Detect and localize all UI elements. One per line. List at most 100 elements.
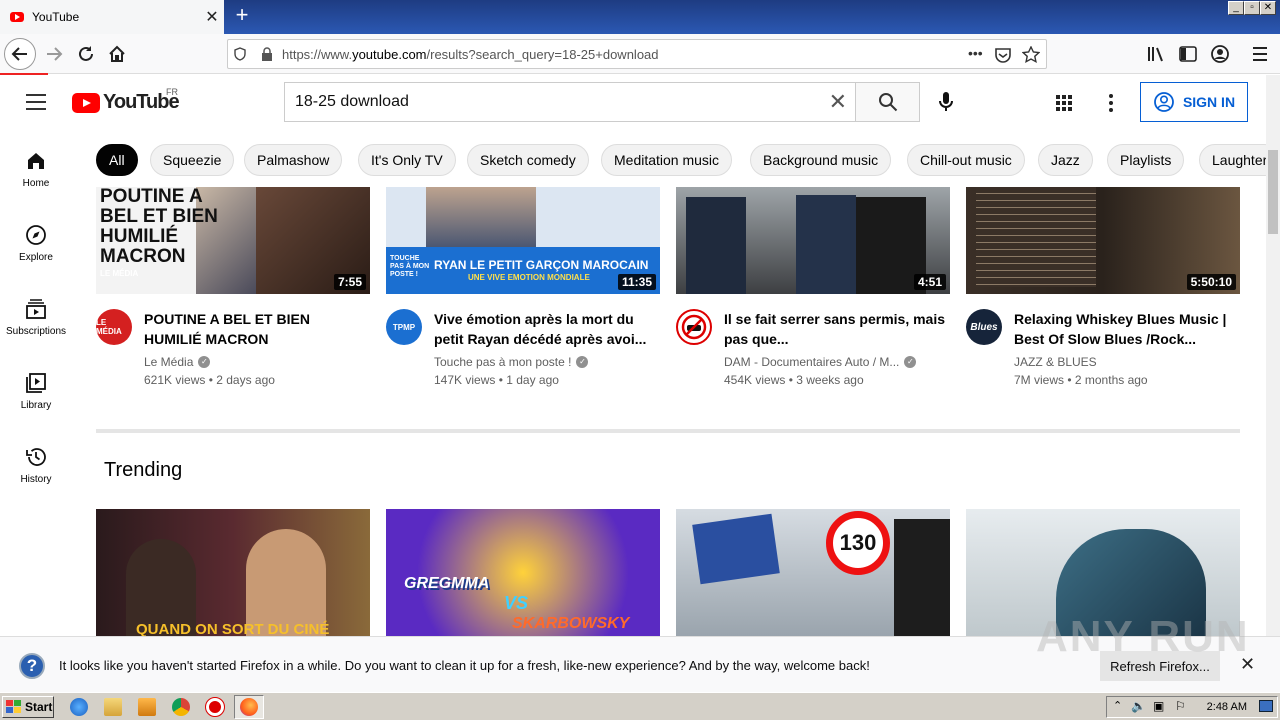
channel-avatar[interactable] — [676, 309, 712, 345]
back-button[interactable] — [4, 38, 36, 70]
chip-its-only-tv[interactable]: It's Only TV — [358, 144, 456, 176]
chip-jazz[interactable]: Jazz — [1038, 144, 1093, 176]
flag-icon[interactable]: ⚐ — [1175, 699, 1186, 713]
youtube-play-icon — [72, 92, 100, 113]
url-bar[interactable]: https://www. youtube.com/results?search_q… — [227, 39, 1047, 69]
chip-sketch-comedy[interactable]: Sketch comedy — [467, 144, 589, 176]
start-label: Start — [25, 700, 53, 714]
chip-meditation-music[interactable]: Meditation music — [601, 144, 733, 176]
video-thumbnail[interactable]: 5:50:10 — [966, 187, 1240, 294]
folder-icon[interactable] — [104, 698, 122, 716]
firefox-taskbar-button[interactable] — [234, 695, 264, 719]
rail-label: History — [20, 474, 52, 485]
video-thumbnail[interactable]: 4:51 — [676, 187, 950, 294]
reload-button[interactable] — [70, 38, 102, 70]
video-title[interactable]: POUTINE A BEL ET BIEN HUMILIÉ MACRON — [144, 309, 370, 349]
trending-heading: Trending — [104, 459, 183, 481]
clear-search-icon[interactable]: ✕ — [829, 89, 847, 115]
windows-taskbar: Start ⌃ 🔈 ▣ ⚐ 2:48 AM — [0, 692, 1280, 720]
tab-close-button[interactable]: ✕ — [200, 7, 224, 27]
video-meta: 454K views • 3 weeks ago — [724, 373, 864, 387]
video-title[interactable]: Vive émotion après la mort du petit Raya… — [434, 309, 660, 349]
shield-icon — [234, 47, 246, 61]
windows-logo-icon — [6, 700, 21, 713]
channel-avatar[interactable]: LE MÉDIA — [96, 309, 132, 345]
minimize-button[interactable]: _ — [1228, 1, 1244, 15]
video-thumbnail[interactable]: TOUCHE PAS À MON POSTE ! RYAN LE PETIT G… — [386, 187, 660, 294]
channel-avatar[interactable]: TPMP — [386, 309, 422, 345]
channel-avatar[interactable]: Blues — [966, 309, 1002, 345]
channel-label: DAM - Documentaires Auto / M... — [724, 355, 900, 369]
url-prefix: https://www. — [282, 46, 353, 62]
search-input[interactable]: 18-25 download ✕ — [284, 82, 856, 122]
new-tab-button[interactable]: + — [230, 4, 254, 28]
pocket-icon[interactable] — [994, 46, 1012, 64]
video-meta: 147K views • 1 day ago — [434, 373, 559, 387]
video-thumbnail[interactable]: POUTINE A BEL ET BIEN HUMILIÉ MACRON LE … — [96, 187, 370, 294]
chip-chill-out-music[interactable]: Chill-out music — [907, 144, 1025, 176]
notification-text: It looks like you haven't started Firefo… — [59, 658, 870, 673]
rail-item-history[interactable]: History — [0, 446, 72, 485]
account-icon[interactable] — [1210, 44, 1230, 64]
scrollbar-thumb[interactable] — [1268, 150, 1278, 234]
rail-item-explore[interactable]: Explore — [0, 224, 72, 263]
verified-icon: ✓ — [576, 356, 589, 368]
channel-name[interactable]: Le Média ✓ — [144, 355, 211, 369]
search-button[interactable] — [855, 82, 920, 122]
maximize-button[interactable]: ▫ — [1244, 1, 1260, 15]
browser-tab[interactable]: YouTube ✕ — [0, 0, 224, 34]
start-button[interactable]: Start — [2, 696, 54, 718]
video-title[interactable]: Il se fait serrer sans permis, mais pas … — [724, 309, 950, 349]
channel-name[interactable]: Touche pas à mon poste ! ✓ — [434, 355, 589, 369]
search-query: 18-25 download — [295, 93, 409, 110]
speed-limit-sign: 130 — [826, 511, 890, 575]
history-icon — [26, 448, 46, 466]
sidebar-icon[interactable] — [1178, 45, 1198, 63]
chip-background-music[interactable]: Background music — [750, 144, 892, 176]
youtube-favicon-icon — [10, 12, 24, 22]
chip-playlists[interactable]: Playlists — [1107, 144, 1185, 176]
settings-more-icon[interactable] — [1106, 93, 1116, 113]
forward-button[interactable] — [38, 38, 70, 70]
rail-label: Home — [22, 178, 50, 189]
youtube-logo[interactable]: YouTube FR — [72, 87, 180, 114]
voice-search-button[interactable] — [928, 84, 964, 120]
duration-badge: 11:35 — [617, 274, 656, 290]
chrome-icon[interactable] — [172, 698, 190, 716]
rail-item-library[interactable]: Library — [0, 372, 72, 411]
tray-expand-icon[interactable]: ⌃ — [1113, 699, 1122, 712]
page-actions-button[interactable]: ••• — [968, 45, 983, 61]
media-player-icon[interactable] — [138, 698, 156, 716]
chip-palmashow[interactable]: Palmashow — [244, 144, 343, 176]
guide-menu-icon[interactable] — [26, 94, 46, 110]
channel-name[interactable]: DAM - Documentaires Auto / M... ✓ — [724, 355, 917, 369]
trending-thumbnail[interactable]: GREGMMA VS SKARBOWSKY — [386, 509, 660, 636]
window-close-button[interactable]: ✕ — [1260, 1, 1276, 15]
volume-icon[interactable]: 🔈 — [1131, 699, 1146, 713]
microphone-icon — [939, 92, 953, 111]
menu-icon[interactable] — [1252, 45, 1268, 63]
channel-name[interactable]: JAZZ & BLUES — [1014, 355, 1097, 369]
thumbnail-brand: TOUCHE PAS À MON POSTE ! — [390, 255, 430, 278]
library-icon[interactable] — [1146, 45, 1166, 63]
internet-explorer-icon[interactable] — [70, 698, 88, 716]
rail-item-subscriptions[interactable]: Subscriptions — [0, 298, 72, 337]
video-title[interactable]: Relaxing Whiskey Blues Music | Best Of S… — [1014, 309, 1240, 349]
section-divider — [96, 429, 1240, 433]
chip-laughter[interactable]: Laughter — [1199, 144, 1266, 176]
bookmark-star-icon[interactable] — [1022, 46, 1040, 64]
trending-thumbnail[interactable]: QUAND ON SORT DU CINÉ — [96, 509, 370, 636]
opera-icon[interactable] — [205, 697, 225, 717]
chip-all[interactable]: All — [96, 144, 138, 176]
compass-icon — [26, 225, 46, 245]
thumbnail-subtext: UNE VIVE EMOTION MONDIALE — [468, 273, 590, 282]
show-desktop-icon[interactable] — [1259, 700, 1273, 712]
rail-item-home[interactable]: Home — [0, 150, 72, 189]
sign-in-button[interactable]: SIGN IN — [1140, 82, 1248, 122]
network-icon[interactable]: ▣ — [1153, 699, 1164, 713]
trending-thumbnail[interactable]: 130 — [676, 509, 950, 636]
duration-badge: 5:50:10 — [1186, 274, 1236, 290]
chip-squeezie[interactable]: Squeezie — [150, 144, 235, 176]
apps-grid-icon[interactable] — [1055, 94, 1073, 112]
home-button[interactable] — [101, 38, 133, 70]
